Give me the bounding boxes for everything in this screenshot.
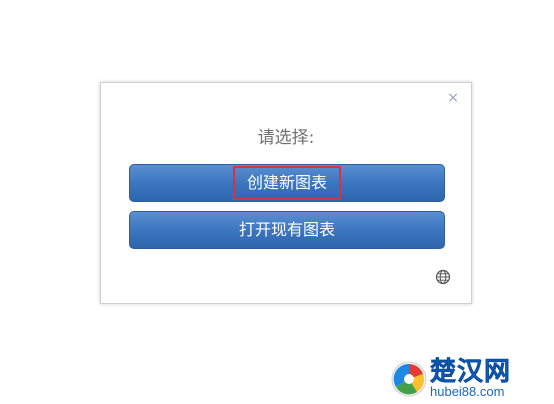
close-icon[interactable]: × xyxy=(447,91,459,105)
globe-icon[interactable] xyxy=(435,269,451,285)
watermark-url: hubei88.com xyxy=(430,384,505,399)
open-existing-chart-button[interactable]: 打开现有图表 xyxy=(129,211,445,249)
create-new-chart-button[interactable]: 创建新图表 xyxy=(129,164,445,202)
brand-logo-icon xyxy=(391,361,427,397)
create-new-chart-label: 创建新图表 xyxy=(232,166,341,200)
choose-dialog: × 请选择: 创建新图表 打开现有图表 xyxy=(100,82,472,304)
site-watermark: 楚汉网 hubei88.com xyxy=(390,358,550,400)
page: { "dialog": { "close_label": "×", "promp… xyxy=(0,0,554,404)
dialog-prompt: 请选择: xyxy=(257,128,315,148)
watermark-brand: 楚汉网 xyxy=(430,357,512,387)
